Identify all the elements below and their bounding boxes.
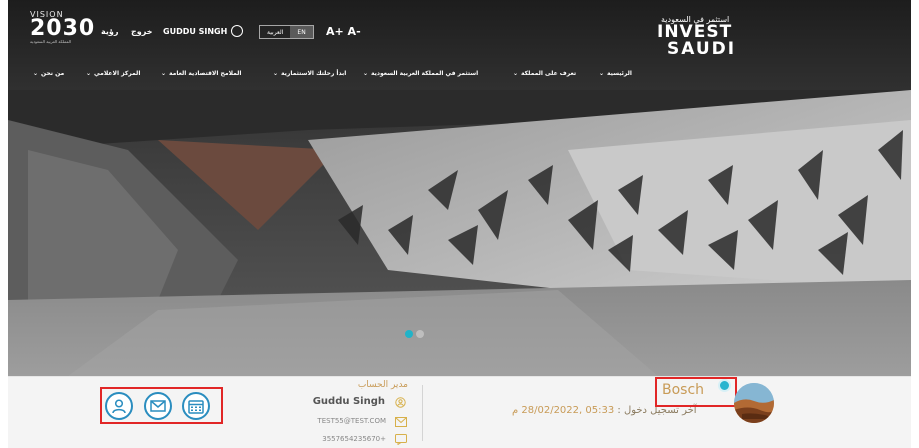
account-manager-name: Guddu Singh	[312, 396, 385, 407]
mail-icon	[395, 417, 407, 427]
nav-item-start-journey[interactable]: ⌄ ابدأ رحلتك الاستثمارية	[273, 70, 346, 77]
hero-banner: VISION 2030 المملكة العربية السعودية رؤي…	[8, 0, 911, 376]
nav-item-about-us[interactable]: ⌄ من نحن	[33, 70, 64, 77]
nav-item-about-kingdom[interactable]: ⌄ تعرف على المملكة	[513, 70, 576, 77]
chevron-down-icon: ⌄	[86, 70, 92, 77]
mail-icon	[150, 400, 166, 412]
carousel-dot-1[interactable]	[405, 330, 413, 338]
lang-arabic[interactable]: العربية	[260, 26, 290, 38]
user-icon[interactable]	[231, 25, 243, 37]
phone-icon	[395, 434, 407, 445]
account-manager-label: مدير الحساب	[357, 380, 408, 390]
main-nav: ⌄ الرئيسية ⌄ تعرف على المملكة ⌄ استثمر في ا…	[8, 70, 911, 84]
nav-item-home[interactable]: ⌄ الرئيسية	[599, 70, 632, 77]
vision-label: VISION	[30, 10, 64, 19]
carousel-indicators	[405, 330, 424, 338]
calendar-button[interactable]	[182, 392, 210, 420]
company-avatar[interactable]	[734, 383, 774, 423]
account-manager-email[interactable]: TEST55@TEST.COM	[317, 417, 386, 425]
chevron-down-icon: ⌄	[599, 70, 605, 77]
invest-saudi-logo[interactable]: استثمر في السعودية INVEST SAUDI	[653, 15, 763, 58]
nav-item-invest-ksa[interactable]: ⌄ استثمر في المملكة العربية السعودية	[363, 70, 478, 77]
vision-year: 2030	[30, 16, 96, 41]
carousel-dot-2[interactable]	[416, 330, 424, 338]
user-name-link[interactable]: GUDDU SINGH	[163, 27, 227, 36]
account-info-bar: مدير الحساب Guddu Singh TEST55@TEST.COM …	[8, 376, 911, 448]
vision-link[interactable]: رؤية	[101, 27, 118, 36]
nav-item-media-center[interactable]: ⌄ المركز الاعلامي	[86, 70, 140, 77]
vision-2030-logo[interactable]: VISION 2030 المملكة العربية السعودية	[30, 10, 95, 44]
font-size-controls[interactable]: A+ A-	[326, 25, 361, 38]
user-icon	[395, 397, 406, 408]
chevron-down-icon: ⌄	[513, 70, 519, 77]
calendar-icon	[188, 399, 204, 414]
profile-button[interactable]	[105, 392, 133, 420]
chevron-down-icon: ⌄	[33, 70, 39, 77]
status-badge	[718, 379, 731, 392]
last-login-value: 05:33 ,28/02/2022 م	[512, 405, 615, 416]
language-switch[interactable]: العربية EN	[259, 25, 314, 39]
company-name[interactable]: Bosch	[662, 382, 704, 398]
logo-saudi: SAUDI	[667, 39, 737, 59]
page-frame: VISION 2030 المملكة العربية السعودية رؤي…	[8, 0, 911, 448]
section-divider	[422, 385, 423, 441]
vision-subtitle: المملكة العربية السعودية	[30, 39, 72, 44]
nav-item-economic-features[interactable]: ⌄ الملامح الاقتصادية العامة	[161, 70, 241, 77]
avatar-image	[734, 383, 774, 423]
lang-english[interactable]: EN	[290, 26, 313, 38]
chevron-down-icon: ⌄	[273, 70, 279, 77]
logout-link[interactable]: خروج	[131, 27, 152, 36]
chevron-down-icon: ⌄	[363, 70, 369, 77]
user-icon	[112, 399, 126, 414]
messages-button[interactable]	[144, 392, 172, 420]
chevron-down-icon: ⌄	[161, 70, 167, 77]
top-bar: VISION 2030 المملكة العربية السعودية رؤي…	[8, 0, 911, 60]
account-manager-phone[interactable]: 3557654235670+	[322, 435, 386, 443]
